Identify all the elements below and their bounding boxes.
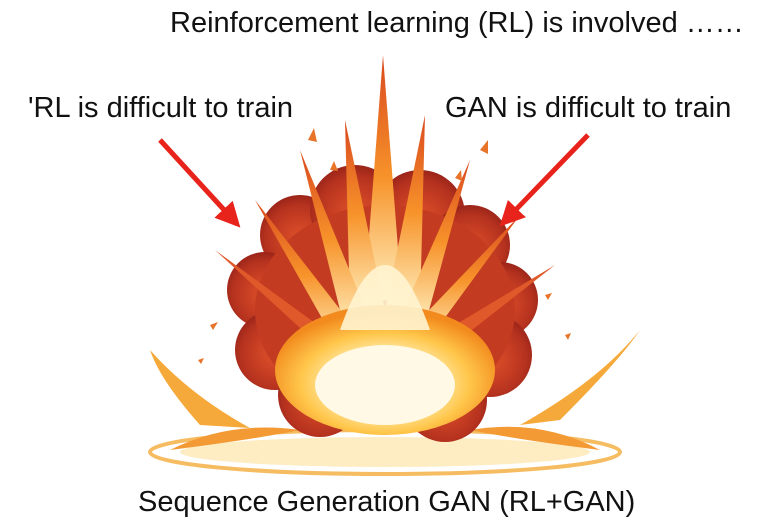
explosion-illustration: [148, 55, 640, 476]
arrow-right: [499, 133, 590, 227]
arrow-left: [158, 138, 241, 228]
